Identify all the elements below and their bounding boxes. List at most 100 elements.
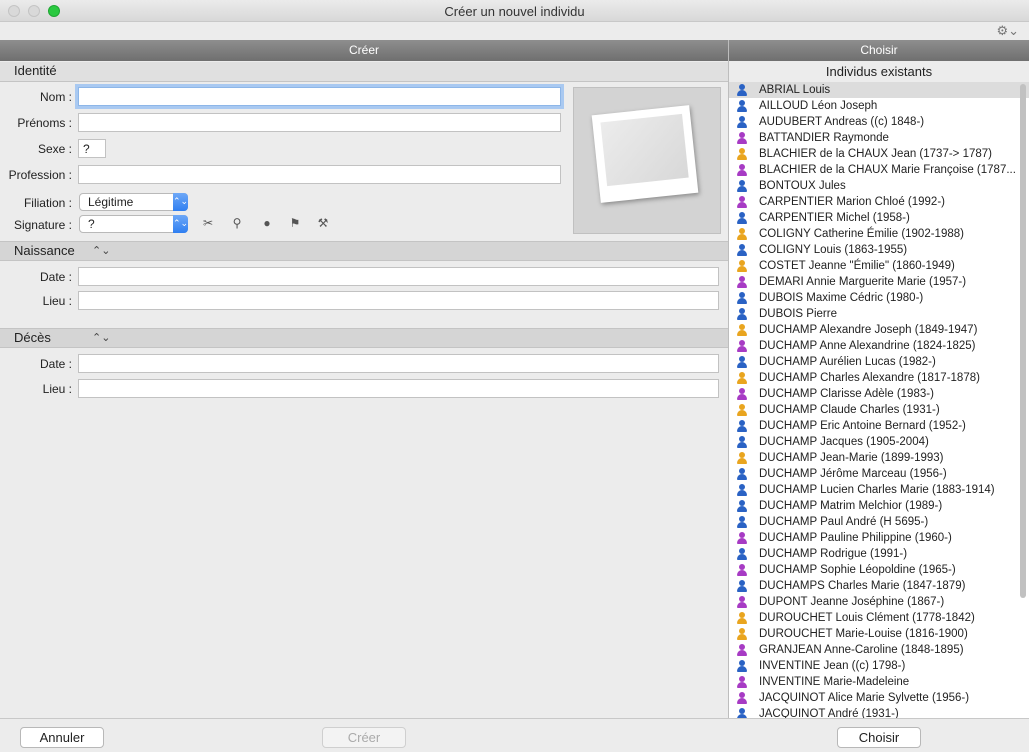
filiation-label: Filiation : [23, 196, 72, 210]
list-item[interactable]: JACQUINOT Alice Marie Sylvette (1956-) [729, 690, 1029, 706]
person-icon [736, 84, 748, 96]
list-item[interactable]: COSTET Jeanne "Émilie" (1860-1949) [729, 258, 1029, 274]
signature-value: ? [88, 217, 95, 231]
deces-lieu-input[interactable] [78, 379, 719, 398]
list-item-label: DUBOIS Pierre [759, 308, 837, 320]
list-item[interactable]: BLACHIER de la CHAUX Jean (1737-> 1787) [729, 146, 1029, 162]
create-button[interactable]: Créer [322, 727, 406, 748]
deces-title: Décès [14, 330, 51, 345]
list-item[interactable]: JACQUINOT André (1931-) [729, 706, 1029, 718]
gavel-icon[interactable]: ⚒ [316, 216, 330, 230]
list-item[interactable]: INVENTINE Jean ((c) 1798-) [729, 658, 1029, 674]
list-item[interactable]: DUBOIS Pierre [729, 306, 1029, 322]
sexe-input[interactable] [78, 139, 106, 158]
list-item-label: DUCHAMP Charles Alexandre (1817-1878) [759, 372, 980, 384]
list-item[interactable]: BATTANDIER Raymonde [729, 130, 1029, 146]
list-item[interactable]: DUCHAMP Charles Alexandre (1817-1878) [729, 370, 1029, 386]
list-item[interactable]: DEMARI Annie Marguerite Marie (1957-) [729, 274, 1029, 290]
deces-group-header[interactable]: Décès ⌃⌄ [0, 328, 728, 348]
person-icon [736, 484, 748, 496]
list-item-label: JACQUINOT André (1931-) [759, 708, 899, 718]
list-item[interactable]: AILLOUD Léon Joseph [729, 98, 1029, 114]
naissance-group-header[interactable]: Naissance ⌃⌄ [0, 241, 728, 261]
list-item-label: AUDUBERT Andreas ((c) 1848-) [759, 116, 925, 128]
naissance-lieu-label: Lieu : [42, 294, 72, 308]
list-item[interactable]: CARPENTIER Michel (1958-) [729, 210, 1029, 226]
profession-input[interactable] [78, 165, 561, 184]
list-item[interactable]: DUCHAMP Aurélien Lucas (1982-) [729, 354, 1029, 370]
person-icon [736, 660, 748, 672]
list-scrollbar[interactable] [1020, 84, 1026, 598]
photo-drop-area[interactable] [573, 87, 721, 234]
nom-input[interactable] [78, 87, 561, 106]
filiation-value: Légitime [88, 195, 134, 209]
person-icon [736, 580, 748, 592]
list-item[interactable]: AUDUBERT Andreas ((c) 1848-) [729, 114, 1029, 130]
list-item-label: DUROUCHET Louis Clément (1778-1842) [759, 612, 975, 624]
list-item-label: DUCHAMP Jacques (1905-2004) [759, 436, 929, 448]
list-item[interactable]: DUCHAMP Jérôme Marceau (1956-) [729, 466, 1029, 482]
list-item[interactable]: DUROUCHET Marie-Louise (1816-1900) [729, 626, 1029, 642]
person-icon [736, 388, 748, 400]
list-item[interactable]: GRANJEAN Anne-Caroline (1848-1895) [729, 642, 1029, 658]
person-icon [736, 260, 748, 272]
list-item[interactable]: DUCHAMP Pauline Philippine (1960-) [729, 530, 1029, 546]
list-item[interactable]: DUCHAMP Jacques (1905-2004) [729, 434, 1029, 450]
list-item[interactable]: DUCHAMP Eric Antoine Bernard (1952-) [729, 418, 1029, 434]
list-item[interactable]: DUCHAMP Anne Alexandrine (1824-1825) [729, 338, 1029, 354]
person-icon [736, 708, 748, 718]
list-item[interactable]: COLIGNY Louis (1863-1955) [729, 242, 1029, 258]
list-item[interactable]: ABRIAL Louis [729, 82, 1029, 98]
list-item[interactable]: DUCHAMP Paul André (H 5695-) [729, 514, 1029, 530]
person-icon [736, 500, 748, 512]
list-item[interactable]: BONTOUX Jules [729, 178, 1029, 194]
person-icon [736, 628, 748, 640]
list-item-label: JACQUINOT Alice Marie Sylvette (1956-) [759, 692, 970, 704]
chevron-updown-icon: ⌃⌄ [173, 193, 188, 211]
existing-individuals-list[interactable]: ABRIAL Louis AILLOUD Léon Joseph AUDUBERT … [729, 82, 1029, 718]
deces-date-input[interactable] [78, 354, 719, 373]
list-item[interactable]: DUCHAMP Lucien Charles Marie (1883-1914) [729, 482, 1029, 498]
person-icon [736, 548, 748, 560]
list-item[interactable]: DUBOIS Maxime Cédric (1980-) [729, 290, 1029, 306]
toolbar: ⚙⌄ [0, 22, 1029, 40]
list-item-label: DUCHAMP Jérôme Marceau (1956-) [759, 468, 947, 480]
list-item[interactable]: DUCHAMP Jean-Marie (1899-1993) [729, 450, 1029, 466]
filiation-select[interactable]: Légitime ⌃⌄ [79, 193, 188, 211]
list-item-label: DUCHAMP Anne Alexandrine (1824-1825) [759, 340, 976, 352]
naissance-date-input[interactable] [78, 267, 719, 286]
list-item[interactable]: DUCHAMP Matrim Melchior (1989-) [729, 498, 1029, 514]
list-item[interactable]: INVENTINE Marie-Madeleine [729, 674, 1029, 690]
list-item[interactable]: DUCHAMP Claude Charles (1931-) [729, 402, 1029, 418]
list-item-label: DUCHAMP Rodrigue (1991-) [759, 548, 908, 560]
list-item[interactable]: DUCHAMPS Charles Marie (1847-1879) [729, 578, 1029, 594]
search-cross-icon[interactable]: ⚲ [230, 216, 244, 230]
gear-icon[interactable]: ⚙⌄ [996, 23, 1019, 39]
cancel-button[interactable]: Annuler [20, 727, 104, 748]
list-item[interactable]: COLIGNY Catherine Émilie (1902-1988) [729, 226, 1029, 242]
signature-select[interactable]: ? ⌃⌄ [79, 215, 188, 233]
person-icon[interactable]: ● [260, 216, 274, 230]
person-icon [736, 292, 748, 304]
naissance-lieu-input[interactable] [78, 291, 719, 310]
chevron-updown-icon[interactable]: ⌃⌄ [92, 329, 110, 347]
list-item[interactable]: DUCHAMP Alexandre Joseph (1849-1947) [729, 322, 1029, 338]
person-icon [736, 692, 748, 704]
choose-button[interactable]: Choisir [837, 727, 921, 748]
list-item[interactable]: DUCHAMP Clarisse Adèle (1983-) [729, 386, 1029, 402]
list-item[interactable]: CARPENTIER Marion Chloé (1992-) [729, 194, 1029, 210]
flag-icon[interactable]: ⚑ [288, 216, 302, 230]
sexe-label: Sexe : [37, 142, 72, 156]
prenoms-input[interactable] [78, 113, 561, 132]
list-item[interactable]: DUPONT Jeanne Joséphine (1867-) [729, 594, 1029, 610]
list-item-label: CARPENTIER Marion Chloé (1992-) [759, 196, 945, 208]
scissors-icon[interactable]: ✂ [201, 216, 215, 230]
naissance-title: Naissance [14, 243, 75, 258]
chevron-updown-icon[interactable]: ⌃⌄ [92, 242, 110, 260]
list-item[interactable]: DUROUCHET Louis Clément (1778-1842) [729, 610, 1029, 626]
list-item[interactable]: BLACHIER de la CHAUX Marie Françoise (17… [729, 162, 1029, 178]
list-item[interactable]: DUCHAMP Sophie Léopoldine (1965-) [729, 562, 1029, 578]
list-item[interactable]: DUCHAMP Rodrigue (1991-) [729, 546, 1029, 562]
person-icon [736, 452, 748, 464]
list-item-label: INVENTINE Marie-Madeleine [759, 676, 910, 688]
